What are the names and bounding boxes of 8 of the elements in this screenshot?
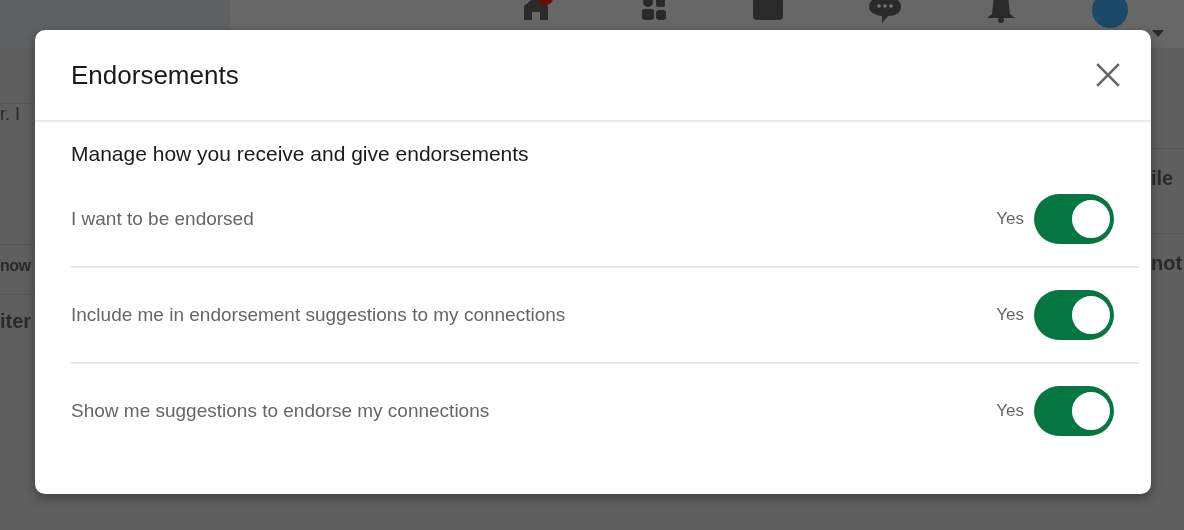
toggle-state-text: Yes bbox=[996, 401, 1024, 421]
dialog-title: Endorsements bbox=[71, 59, 239, 91]
section-heading: Manage how you receive and give endorsements bbox=[71, 142, 530, 166]
setting-label: Include me in endorsement suggestions to my connections bbox=[71, 304, 567, 326]
toggle-state-text: Yes bbox=[996, 305, 1024, 325]
setting-label: Show me suggestions to endorse my connections bbox=[71, 400, 491, 422]
setting-label: I want to be endorsed bbox=[71, 208, 255, 230]
toggle-state-text: Yes bbox=[996, 209, 1024, 229]
